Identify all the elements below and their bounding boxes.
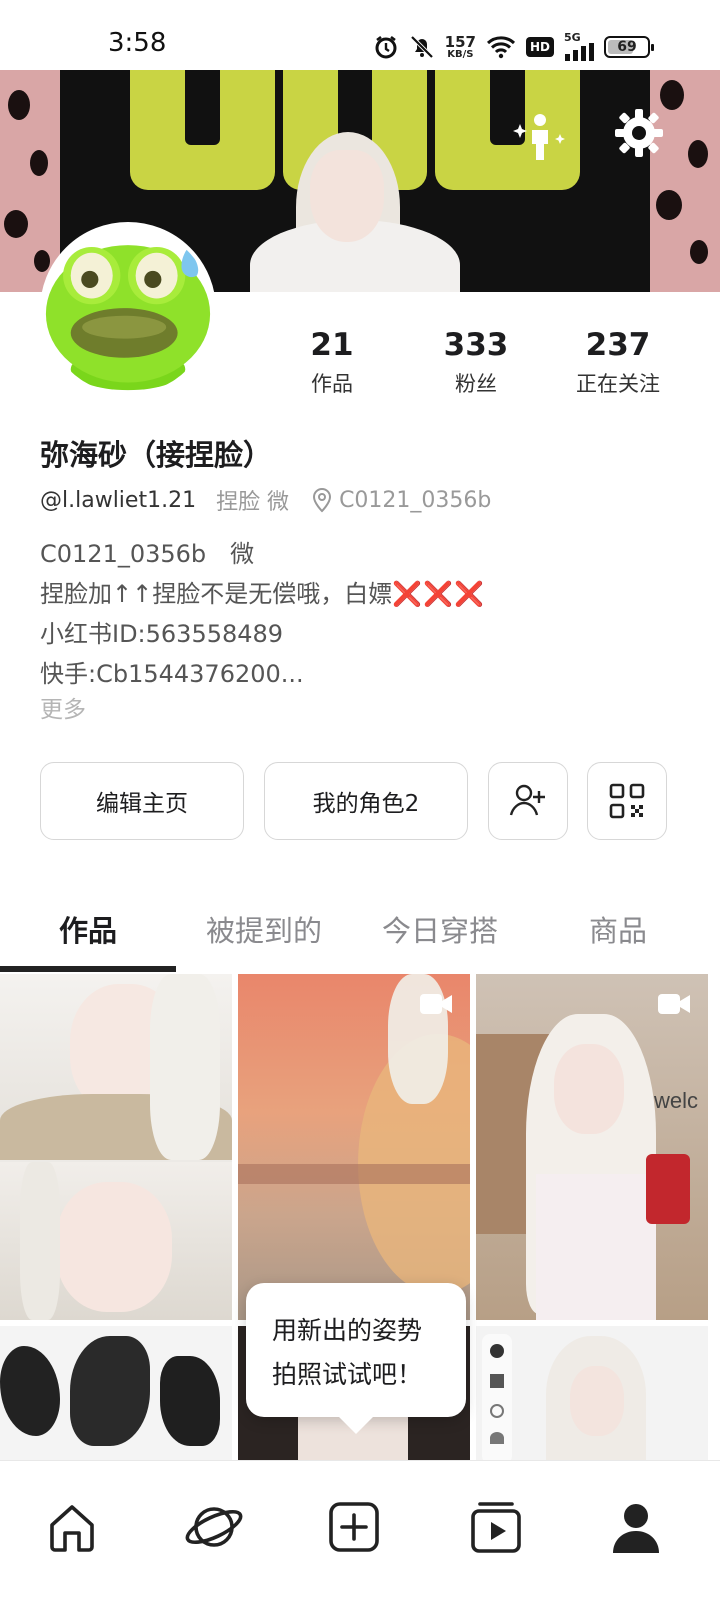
net-speed-unit: KB/S	[447, 48, 474, 60]
add-friend-icon	[509, 784, 545, 816]
profile-icon	[613, 1504, 659, 1553]
tab-active-indicator	[0, 966, 176, 972]
create-icon	[329, 1502, 379, 1552]
thumbnail-watermark-text: welc	[654, 1088, 699, 1113]
signal-icon: 5G	[564, 31, 594, 61]
stat-following-value: 237	[585, 327, 651, 363]
location-pin-icon	[313, 487, 332, 513]
bio-line: 快手:Cb1544376200...	[40, 660, 304, 688]
net-speed: 157 KB/S	[444, 32, 476, 60]
avatar[interactable]	[40, 222, 216, 398]
video-icon	[658, 992, 692, 1020]
home-icon	[50, 1505, 94, 1552]
stat-following[interactable]: 237 正在关注	[558, 326, 678, 398]
banner-character-face	[310, 150, 384, 242]
stat-following-label: 正在关注	[576, 372, 660, 396]
settings-icon[interactable]	[610, 104, 668, 162]
battery-icon: 69	[604, 36, 654, 58]
thumbnail-bottom-portrait	[0, 1162, 232, 1320]
video-icon	[471, 1502, 521, 1553]
hd-icon: HD	[525, 37, 554, 57]
alarm-icon	[373, 34, 399, 60]
stat-works-value: 21	[310, 327, 354, 363]
tab-todays-outfit[interactable]: 今日穿搭	[352, 908, 528, 950]
qr-code-button[interactable]	[587, 762, 667, 840]
pose-tooltip[interactable]: 用新出的姿势 拍照试试吧！	[246, 1283, 466, 1417]
content-tabs: 作品 被提到的 今日穿搭 商品	[0, 898, 720, 974]
status-time: 3:58	[108, 28, 167, 58]
tooltip-line: 拍照试试吧！	[272, 1360, 423, 1389]
video-icon	[420, 992, 454, 1020]
work-thumbnail[interactable]	[476, 1326, 708, 1460]
bio-line: C0121_0356b 微	[40, 540, 255, 568]
thumbnail-top-portrait	[0, 974, 232, 1160]
person-sparkle-icon[interactable]	[512, 108, 568, 168]
bio-line: 捏脸加↑↑捏脸不是无偿哦，白嫖	[40, 580, 393, 608]
my-role-button[interactable]: 我的角色2	[264, 762, 468, 840]
nav-explore[interactable]	[174, 1487, 254, 1567]
battery-text: 69	[617, 39, 637, 55]
nav-home[interactable]	[32, 1487, 112, 1567]
profile-stats: 21 作品 333 粉丝 237 正在关注	[272, 326, 692, 406]
tab-works[interactable]: 作品	[0, 908, 176, 950]
work-thumbnail[interactable]	[0, 1326, 232, 1460]
net-speed-value: 157	[444, 32, 476, 51]
add-friend-button[interactable]	[488, 762, 568, 840]
planet-icon	[185, 1507, 243, 1547]
profile-name: 弥海砂（接捏脸）	[40, 438, 273, 472]
status-bar: 3:58 157 KB/S HD 5G 69	[0, 0, 720, 70]
profile-location[interactable]: C0121_0356b	[311, 487, 491, 513]
profile-handle: @l.lawliet1.21	[40, 487, 197, 513]
tab-products[interactable]: 商品	[530, 908, 706, 950]
work-thumbnail-video[interactable]	[238, 974, 470, 1320]
stat-followers[interactable]: 333 粉丝	[416, 326, 536, 398]
bio-x-marks: ❌❌❌	[392, 580, 485, 608]
qr-code-icon	[609, 783, 645, 819]
stat-works-label: 作品	[311, 372, 353, 396]
mute-icon	[409, 34, 435, 60]
network-type: 5G	[564, 31, 581, 44]
profile-meta: @l.lawliet1.21 捏脸 微 C0121_0356b	[40, 484, 491, 516]
tab-mentioned[interactable]: 被提到的	[176, 908, 352, 950]
stat-works[interactable]: 21 作品	[272, 326, 392, 398]
banner-pattern-left	[0, 70, 60, 292]
profile-location-text: C0121_0356b	[339, 487, 492, 513]
bio-line: 小红书ID:563558489	[40, 620, 284, 648]
tooltip-line: 用新出的姿势	[272, 1316, 423, 1345]
profile-tag: 捏脸 微	[216, 490, 290, 515]
edit-profile-button[interactable]: 编辑主页	[40, 762, 244, 840]
nav-videos[interactable]	[456, 1487, 536, 1567]
stat-followers-value: 333	[443, 327, 509, 363]
bottom-navigation	[0, 1460, 720, 1600]
nav-create[interactable]	[314, 1487, 394, 1567]
work-thumbnail[interactable]	[0, 974, 232, 1320]
bio-more-link[interactable]: 更多	[40, 690, 86, 724]
nav-profile[interactable]	[596, 1487, 676, 1567]
work-thumbnail-video[interactable]: welc	[476, 974, 708, 1320]
stat-followers-label: 粉丝	[455, 372, 497, 396]
profile-bio: C0121_0356b 微 捏脸加↑↑捏脸不是无偿哦，白嫖❌❌❌ 小红书ID:5…	[40, 534, 485, 694]
wifi-icon	[486, 35, 516, 59]
status-icons: 157 KB/S HD 5G 69	[373, 30, 654, 64]
bio-line-with-marks: 捏脸加↑↑捏脸不是无偿哦，白嫖❌❌❌	[40, 574, 485, 614]
